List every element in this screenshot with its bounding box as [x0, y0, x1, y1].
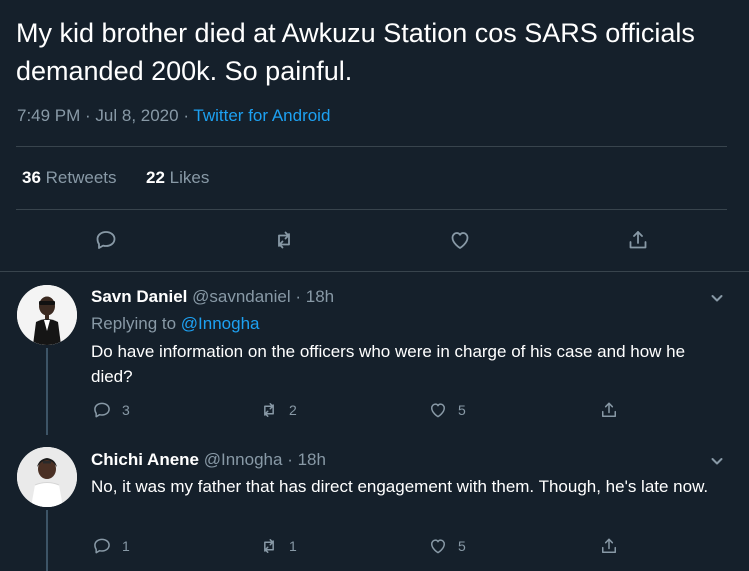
retweet-count: 2	[289, 402, 297, 418]
reply-button[interactable]	[88, 222, 124, 258]
like-button[interactable]: 5	[428, 400, 466, 420]
avatar[interactable]	[17, 285, 77, 345]
retweets-label: Retweets	[45, 168, 117, 187]
reply-icon	[96, 231, 116, 249]
author-name[interactable]: Chichi Anene	[91, 450, 199, 469]
tweet-text: My kid brother died at Awkuzu Station co…	[16, 18, 695, 86]
like-button[interactable]	[442, 222, 478, 258]
retweet-button[interactable]	[266, 222, 302, 258]
tweet-meta: 7:49 PM · Jul 8, 2020 · Twitter for Andr…	[17, 106, 330, 126]
retweet-button[interactable]: 1	[259, 536, 297, 556]
heart-icon	[431, 403, 445, 418]
share-icon	[602, 538, 616, 553]
reply-header: Savn Daniel @savndaniel · 18h	[91, 287, 334, 307]
avatar-image	[17, 285, 77, 345]
likes-label: Likes	[169, 168, 210, 187]
chevron-down-icon	[711, 295, 723, 302]
divider	[16, 209, 727, 210]
divider	[0, 271, 749, 272]
author-name[interactable]: Savn Daniel	[91, 287, 187, 306]
chevron-down-icon	[711, 458, 723, 465]
retweet-icon	[264, 539, 274, 553]
tweet-source-link[interactable]: Twitter for Android	[193, 106, 330, 125]
share-icon	[629, 231, 647, 249]
reply-text: Do have information on the officers who …	[91, 342, 686, 386]
divider	[16, 146, 727, 147]
avatar-image	[17, 447, 77, 507]
tweet-timestamp[interactable]: 7:49 PM · Jul 8, 2020 ·	[17, 106, 193, 125]
heart-icon	[431, 539, 445, 554]
reply-header: Chichi Anene @Innogha · 18h	[91, 450, 326, 470]
retweet-button[interactable]: 2	[259, 400, 297, 420]
thread-line	[46, 510, 48, 571]
likes-stat[interactable]: 22 Likes	[146, 168, 209, 187]
reply-time[interactable]: · 18h	[287, 450, 326, 469]
share-button[interactable]	[599, 536, 619, 556]
retweet-icon	[264, 403, 274, 417]
reply-button[interactable]: 1	[92, 536, 130, 556]
replying-to: Replying to @Innogha	[91, 314, 260, 334]
reply-count: 3	[122, 402, 130, 418]
heart-icon	[451, 232, 469, 249]
replying-handle-link[interactable]: @Innogha	[181, 314, 260, 333]
reply-button[interactable]: 3	[92, 400, 130, 420]
reply-text: No, it was my father that has direct eng…	[91, 477, 709, 496]
replying-label: Replying to	[91, 314, 181, 333]
avatar[interactable]	[17, 447, 77, 507]
author-handle[interactable]: @savndaniel	[192, 287, 291, 306]
retweet-icon	[278, 231, 290, 249]
likes-count: 22	[146, 168, 165, 187]
like-count: 5	[458, 402, 466, 418]
author-handle[interactable]: @Innogha	[204, 450, 283, 469]
tweet-stats: 36 Retweets 22 Likes	[22, 168, 209, 188]
retweets-stat[interactable]: 36 Retweets	[22, 168, 117, 187]
reply-count: 1	[122, 538, 130, 554]
share-button[interactable]	[620, 222, 656, 258]
retweets-count: 36	[22, 168, 41, 187]
thread-line	[46, 348, 48, 435]
share-button[interactable]	[599, 400, 619, 420]
more-menu-button[interactable]	[706, 287, 728, 309]
share-icon	[602, 402, 616, 417]
reply-icon	[94, 538, 110, 554]
reply-icon	[94, 402, 110, 418]
like-button[interactable]: 5	[428, 536, 466, 556]
retweet-count: 1	[289, 538, 297, 554]
reply-time[interactable]: · 18h	[295, 287, 334, 306]
more-menu-button[interactable]	[706, 450, 728, 472]
like-count: 5	[458, 538, 466, 554]
